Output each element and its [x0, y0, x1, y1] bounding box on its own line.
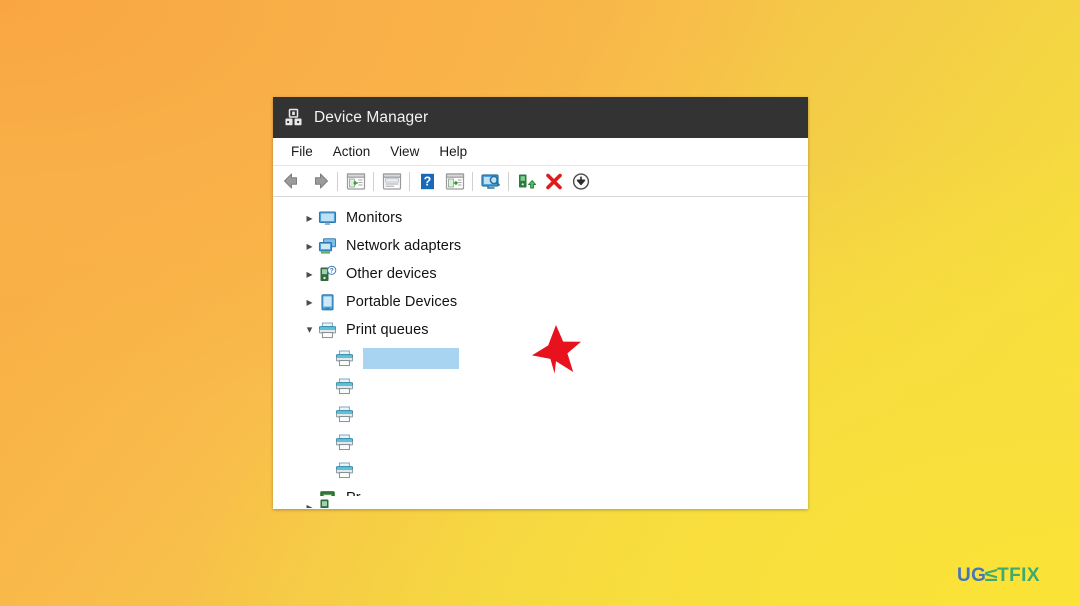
- tree-item-label: [363, 347, 459, 369]
- chevron-right-icon[interactable]: ▸: [301, 240, 318, 252]
- action-pane-icon[interactable]: [441, 169, 468, 194]
- tree-item-label: Network adapters: [346, 238, 462, 254]
- printer-icon: [335, 377, 354, 396]
- menu-view[interactable]: View: [380, 142, 429, 161]
- portable-device-icon: [318, 293, 337, 312]
- toolbar-separator: [409, 171, 410, 191]
- printer-icon: [335, 405, 354, 424]
- tree-item-label: Portable Devices: [346, 294, 458, 310]
- menu-bar: File Action View Help: [273, 138, 808, 166]
- tree-item-other-devices[interactable]: ▸ ? Other devices: [273, 260, 808, 288]
- tree-item-monitors[interactable]: ▸ Monitors: [273, 204, 808, 232]
- printer-icon: [335, 349, 354, 368]
- chevron-down-icon[interactable]: ▾: [301, 324, 318, 336]
- tree-item-network-adapters[interactable]: ▸ Network adapters: [273, 232, 808, 260]
- device-manager-icon: [284, 108, 303, 127]
- tree-row-clipped: ▸: [273, 496, 808, 508]
- menu-file[interactable]: File: [281, 142, 323, 161]
- chevron-right-icon[interactable]: ▸: [301, 212, 318, 224]
- chevron-right-icon[interactable]: ▸: [301, 296, 318, 308]
- tree-item-printer-3[interactable]: [273, 400, 808, 428]
- update-driver-icon[interactable]: [513, 169, 540, 194]
- monitor-scan-icon[interactable]: [477, 169, 504, 194]
- tree-item-label: Print queues: [346, 322, 429, 338]
- svg-text:?: ?: [330, 267, 334, 274]
- properties-icon[interactable]: [378, 169, 405, 194]
- watermark-part1: UG: [957, 565, 987, 586]
- ugetfix-watermark: UG≤TFIX: [957, 566, 1040, 585]
- storage-controller-icon: [318, 498, 337, 508]
- tree-item-label: Monitors: [346, 210, 403, 226]
- network-adapter-icon: [318, 237, 337, 256]
- window-titlebar: Device Manager: [273, 97, 808, 138]
- svg-text:?: ?: [424, 174, 432, 188]
- toolbar: ?: [273, 166, 808, 197]
- chevron-right-icon[interactable]: ▸: [301, 268, 318, 280]
- menu-help[interactable]: Help: [429, 142, 477, 161]
- menu-action[interactable]: Action: [323, 142, 381, 161]
- back-button[interactable]: [279, 169, 306, 194]
- window-title: Device Manager: [314, 108, 429, 126]
- device-manager-window: Device Manager File Action View Help ? ▸…: [273, 97, 808, 509]
- toolbar-separator: [508, 171, 509, 191]
- tree-item-printer-4[interactable]: [273, 428, 808, 456]
- red-star-marker: [530, 324, 582, 374]
- help-question-icon[interactable]: ?: [414, 169, 441, 194]
- printer-icon: [335, 461, 354, 480]
- tree-item-printer-5[interactable]: [273, 456, 808, 484]
- chevron-right-icon[interactable]: ▸: [301, 501, 318, 508]
- red-x-icon[interactable]: [540, 169, 567, 194]
- tree-item-label: Other devices: [346, 266, 437, 282]
- tree-item-printer-2[interactable]: [273, 372, 808, 400]
- printer-icon: [335, 433, 354, 452]
- watermark-part2: TFIX: [997, 565, 1040, 586]
- toolbar-separator: [472, 171, 473, 191]
- toolbar-separator: [373, 171, 374, 191]
- monitor-icon: [318, 209, 337, 228]
- console-tree-icon[interactable]: [342, 169, 369, 194]
- printer-icon: [318, 321, 337, 340]
- forward-button[interactable]: [306, 169, 333, 194]
- tree-item-portable-devices[interactable]: ▸ Portable Devices: [273, 288, 808, 316]
- watermark-mark: ≤: [984, 565, 999, 586]
- toolbar-separator: [337, 171, 338, 191]
- down-arrow-circle-icon[interactable]: [567, 169, 594, 194]
- other-device-icon: ?: [318, 265, 337, 284]
